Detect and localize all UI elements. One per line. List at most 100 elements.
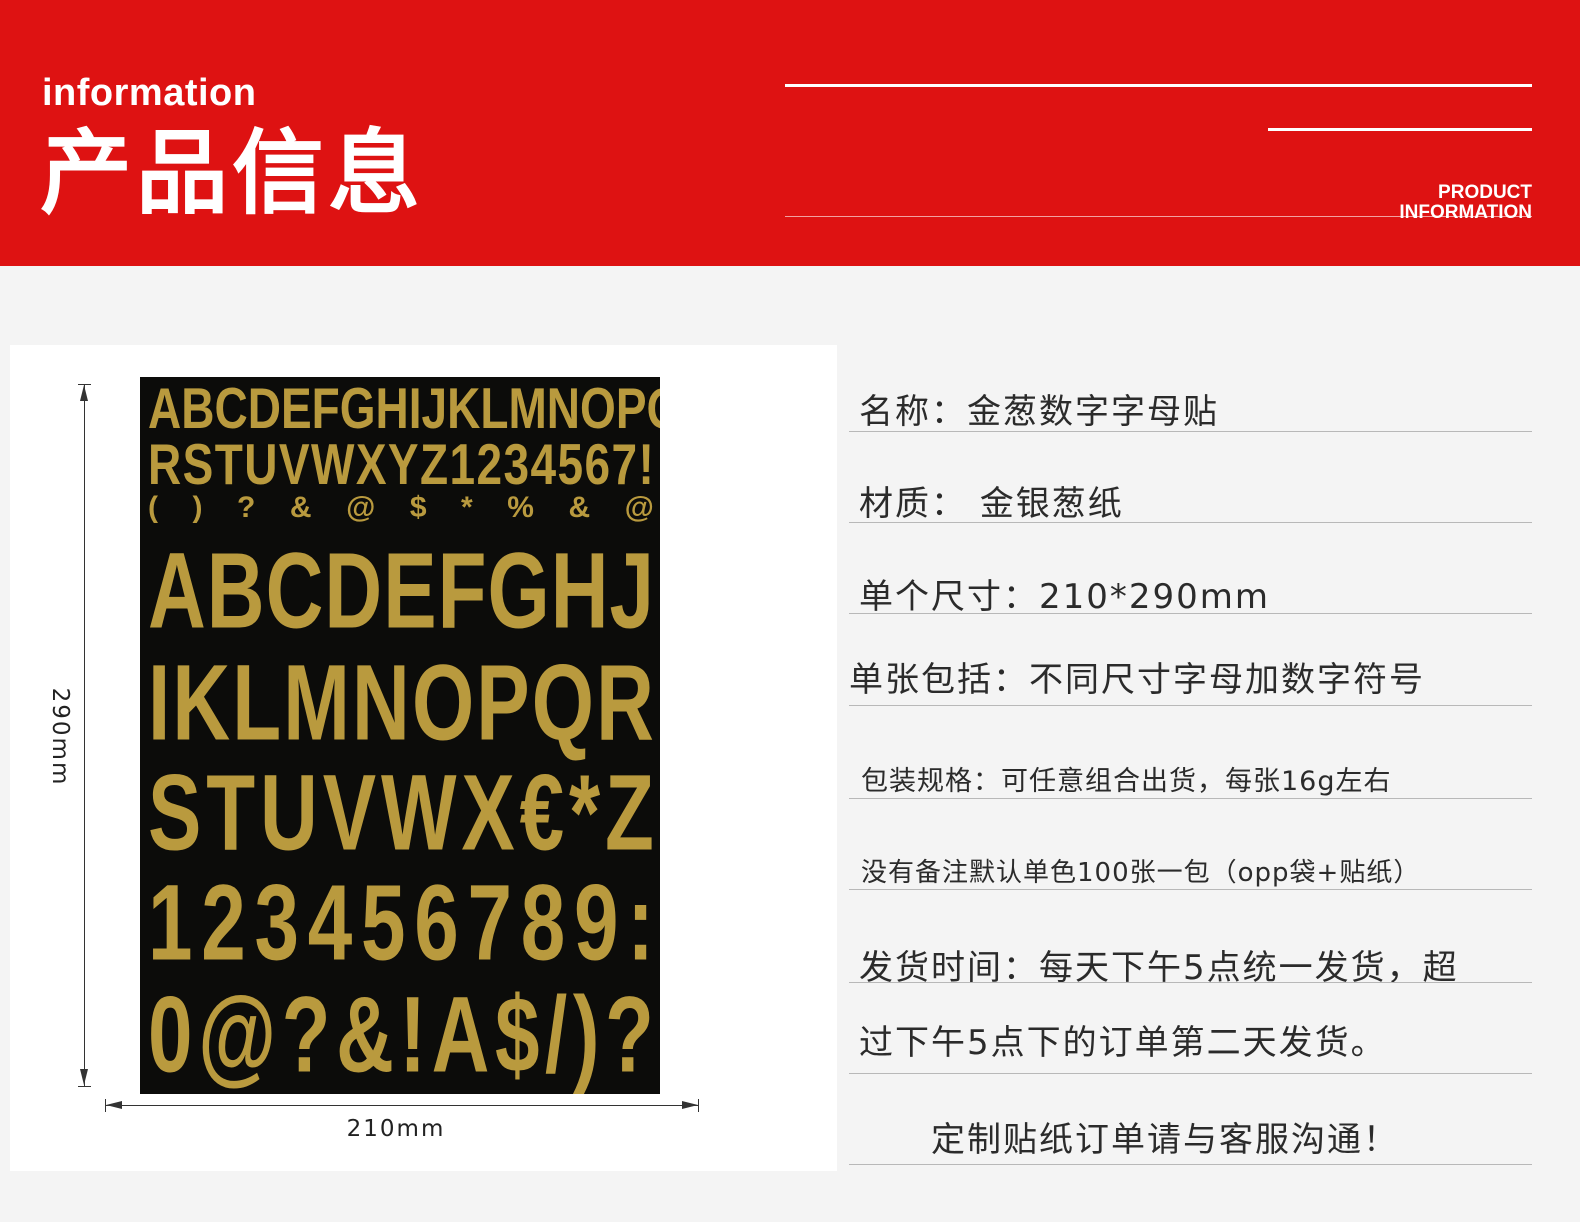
sticker-glyph: ? xyxy=(281,974,331,1094)
info-row-shipping-cont: 过下午5点下的订单第二天发货。 xyxy=(849,1013,1532,1075)
sticker-glyph: ! xyxy=(399,974,427,1094)
sticker-glyph: Y xyxy=(387,431,419,497)
sticker-glyph: 2 xyxy=(476,431,503,497)
sticker-glyph: K xyxy=(172,642,231,763)
sticker-glyph: E xyxy=(280,377,312,441)
sticker-glyph: F xyxy=(437,530,487,651)
sticker-glyph: : xyxy=(627,862,654,983)
sticker-glyph: C xyxy=(265,530,324,651)
sticker-glyph: G xyxy=(339,377,376,441)
sticker-glyph: W xyxy=(310,431,355,497)
sticker-glyph: H xyxy=(375,377,409,441)
sticker-glyph: G xyxy=(487,530,550,651)
sticker-glyph: R xyxy=(596,642,654,763)
sticker-glyph: 7 xyxy=(467,862,513,983)
sticker-glyph: 3 xyxy=(503,431,530,497)
sticker-glyph: F xyxy=(311,377,340,441)
sticker-glyph: M xyxy=(283,642,350,763)
sticker-glyph: L xyxy=(232,642,282,763)
sticker-glyph: B xyxy=(181,377,215,441)
sticker-glyph: J xyxy=(421,377,448,441)
sticker-glyph: V xyxy=(278,431,310,497)
arrow-left-icon xyxy=(106,1101,122,1109)
sticker-glyph: X xyxy=(355,431,387,497)
sticker-glyph: A xyxy=(148,530,206,651)
sticker-glyph: 7 xyxy=(611,431,638,497)
divider xyxy=(849,889,1532,890)
sticker-glyph: 9 xyxy=(574,862,619,983)
info-row-size: 单个尺寸：210*290mm xyxy=(849,565,1532,617)
decorative-line xyxy=(1268,128,1532,131)
sticker-row: ABCDEFGHJ xyxy=(148,530,654,651)
product-material: 材质： 金银葱纸 xyxy=(859,484,1124,524)
sticker-glyph: X xyxy=(461,752,515,873)
sticker-glyph: 5 xyxy=(557,431,584,497)
sticker-glyph: S xyxy=(148,752,202,873)
sticker-glyph: Z xyxy=(605,752,654,873)
info-row-packaging: 包装规格：可任意组合出货，每张16g左右 xyxy=(849,755,1532,800)
sticker-glyph: 4 xyxy=(307,862,353,983)
banner-tag-line-1: PRODUCT xyxy=(1438,182,1532,203)
dimension-cap xyxy=(698,1099,699,1112)
height-dimension-line xyxy=(84,384,85,1086)
banner-tag-line-2: INFORMATION xyxy=(1399,202,1532,223)
sticker-glyph: * xyxy=(568,752,601,873)
sticker-glyph: @ xyxy=(346,491,376,524)
sticker-glyph: € xyxy=(519,752,565,873)
sticker-glyph: H xyxy=(550,530,609,651)
sticker-glyph: C xyxy=(214,377,248,441)
product-contents: 单张包括：不同尺寸字母加数字符号 xyxy=(849,660,1425,700)
sticker-glyph: V xyxy=(322,752,377,873)
sticker-glyph: / xyxy=(545,974,568,1094)
sticker-glyph: K xyxy=(447,377,481,441)
sticker-glyph: ! xyxy=(638,431,654,497)
sticker-row: R S T U V W X Y Z 1 2 3 4 5 6 7! xyxy=(148,435,654,493)
sticker-glyph: Z xyxy=(420,431,449,497)
divider xyxy=(849,798,1532,799)
sticker-row: 0 @? &! A $ /)? xyxy=(148,974,654,1094)
sticker-glyph: U xyxy=(244,431,278,497)
arrow-down-icon xyxy=(80,1069,88,1085)
sticker-glyph: 0 xyxy=(148,974,193,1094)
banner-tag: PRODUCT INFORMATION xyxy=(1399,183,1532,223)
sticker-glyph: A xyxy=(148,377,182,441)
sticker-glyph: ? xyxy=(237,491,256,524)
sticker-glyph: B xyxy=(206,530,265,651)
product-packaging: 包装规格：可任意组合出货，每张16g左右 xyxy=(861,766,1392,797)
header-banner: information 产品信息 PRODUCT INFORMATION xyxy=(0,0,1580,266)
sticker-glyph: R xyxy=(148,431,182,497)
sticker-row: S T U V W X € * Z xyxy=(148,752,654,873)
width-dimension-label: 210mm xyxy=(346,1116,446,1142)
sticker-glyph: & xyxy=(289,491,312,524)
height-dimension-label: 290mm xyxy=(47,687,73,787)
info-row-material: 材质： 金银葱纸 xyxy=(849,470,1532,524)
sticker-row: 123456789: xyxy=(148,862,654,983)
sticker-glyph: Q xyxy=(647,379,661,437)
sticker-row: IKLMNOPQR xyxy=(148,642,654,763)
sticker-glyph: % xyxy=(507,491,534,524)
sticker-glyph: ) xyxy=(572,974,600,1094)
info-row-default-pack: 没有备注默认单色100张一包（opp袋+贴纸） xyxy=(849,850,1532,891)
product-default-pack: 没有备注默认单色100张一包（opp袋+贴纸） xyxy=(861,858,1421,888)
arrow-right-icon xyxy=(682,1101,698,1109)
divider xyxy=(849,1073,1532,1074)
decorative-line xyxy=(785,84,1532,87)
sticker-glyph: P xyxy=(476,642,530,763)
sticker-glyph: 5 xyxy=(361,862,406,983)
sticker-glyph: A xyxy=(431,974,490,1094)
shipping-time-line-2: 过下午5点下的订单第二天发货。 xyxy=(859,1023,1387,1063)
info-row-name: 名称：金葱数字字母贴 xyxy=(849,380,1532,434)
info-row-custom-note: 定制贴纸订单请与客服沟通！ xyxy=(849,1110,1532,1166)
sticker-glyph: & xyxy=(568,491,591,524)
divider xyxy=(849,613,1532,614)
custom-order-note: 定制贴纸订单请与客服沟通！ xyxy=(931,1120,1399,1160)
banner-english-title: information xyxy=(42,72,257,114)
banner-chinese-title: 产品信息 xyxy=(40,120,425,227)
sticker-glyph: 2 xyxy=(201,862,246,983)
info-row-shipping: 发货时间：每天下午5点统一发货，超 xyxy=(849,940,1532,988)
sticker-glyph: Q xyxy=(531,642,595,763)
sticker-sheet-image: ABCDEFGHIJKLMNOPQRSTUVWXYZ1234567!()?&@$… xyxy=(140,377,660,1094)
sticker-glyph: M xyxy=(508,377,547,441)
divider xyxy=(849,1164,1532,1165)
sticker-glyph: O xyxy=(580,377,616,441)
